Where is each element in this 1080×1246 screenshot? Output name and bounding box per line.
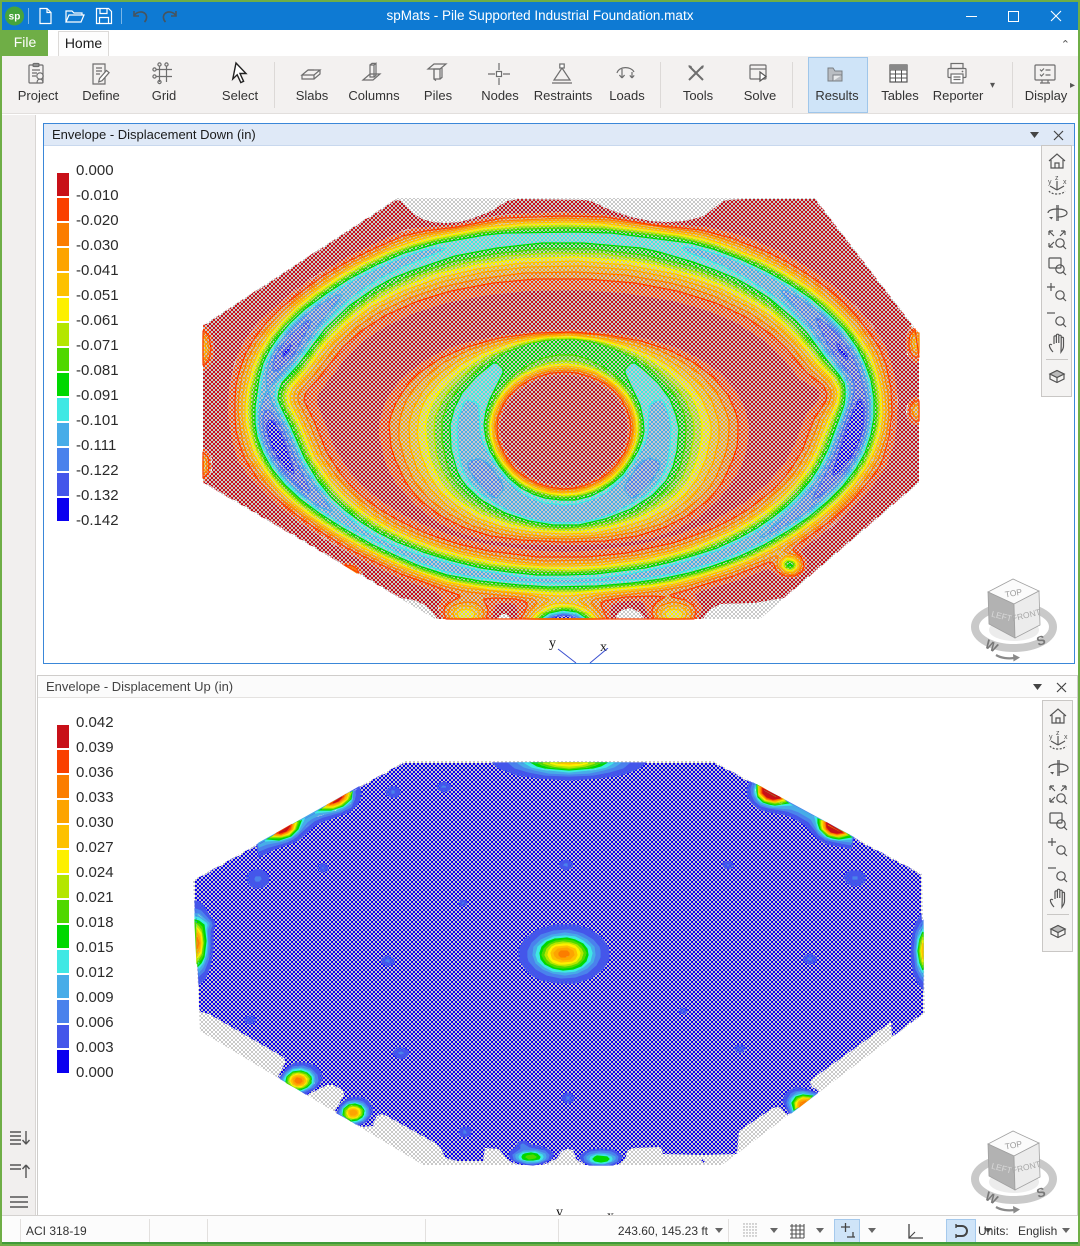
svg-text:y: y bbox=[1049, 734, 1053, 741]
svg-text:y: y bbox=[1048, 179, 1052, 186]
svg-text:x: x bbox=[1063, 179, 1067, 186]
svg-text:x: x bbox=[1064, 734, 1068, 741]
svg-text:z: z bbox=[1056, 731, 1060, 737]
svg-text:z: z bbox=[1055, 176, 1059, 182]
